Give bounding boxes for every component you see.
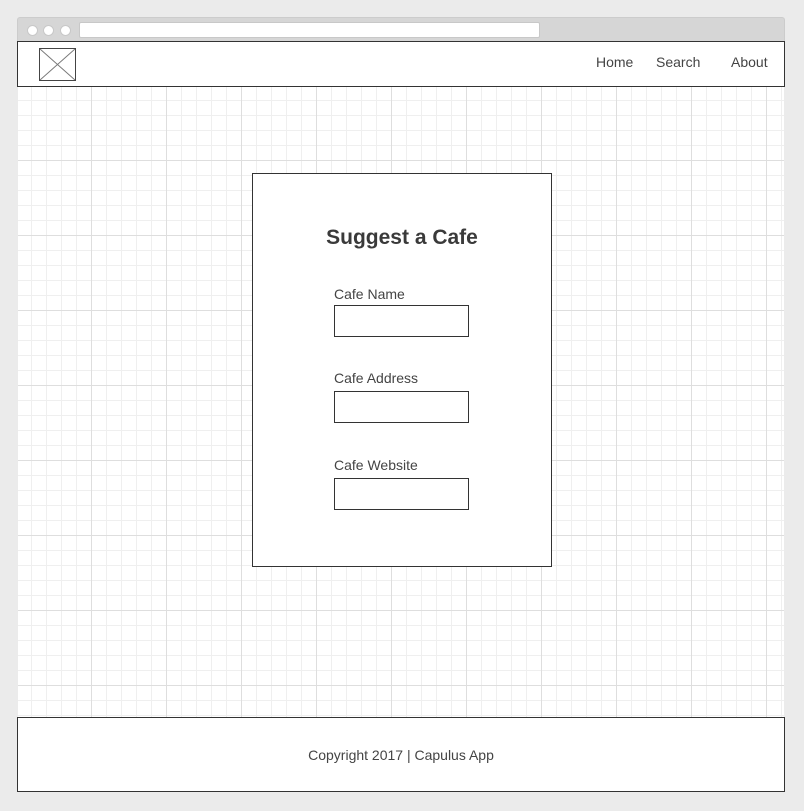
nav-about[interactable]: About	[731, 54, 768, 70]
copyright-text: Copyright 2017 | Capulus App	[308, 747, 494, 763]
window-minimize-dot[interactable]	[43, 25, 54, 36]
nav-home[interactable]: Home	[596, 54, 633, 70]
address-bar[interactable]	[79, 22, 540, 38]
window-maximize-dot[interactable]	[60, 25, 71, 36]
suggest-cafe-form: Suggest a Cafe Cafe Name Cafe Address Ca…	[252, 173, 552, 567]
cafe-website-label: Cafe Website	[334, 457, 418, 473]
site-footer: Copyright 2017 | Capulus App	[17, 717, 785, 792]
cafe-website-input[interactable]	[334, 478, 469, 510]
nav-search[interactable]: Search	[656, 54, 700, 70]
site-header: Home Search About	[17, 41, 785, 87]
form-title: Suggest a Cafe	[326, 226, 478, 249]
cafe-name-label: Cafe Name	[334, 286, 405, 302]
window-close-dot[interactable]	[27, 25, 38, 36]
logo-placeholder-icon[interactable]	[39, 48, 76, 81]
browser-chrome	[17, 17, 785, 42]
cafe-address-label: Cafe Address	[334, 370, 419, 386]
cafe-name-input[interactable]	[334, 305, 469, 337]
cafe-address-input[interactable]	[334, 391, 469, 423]
